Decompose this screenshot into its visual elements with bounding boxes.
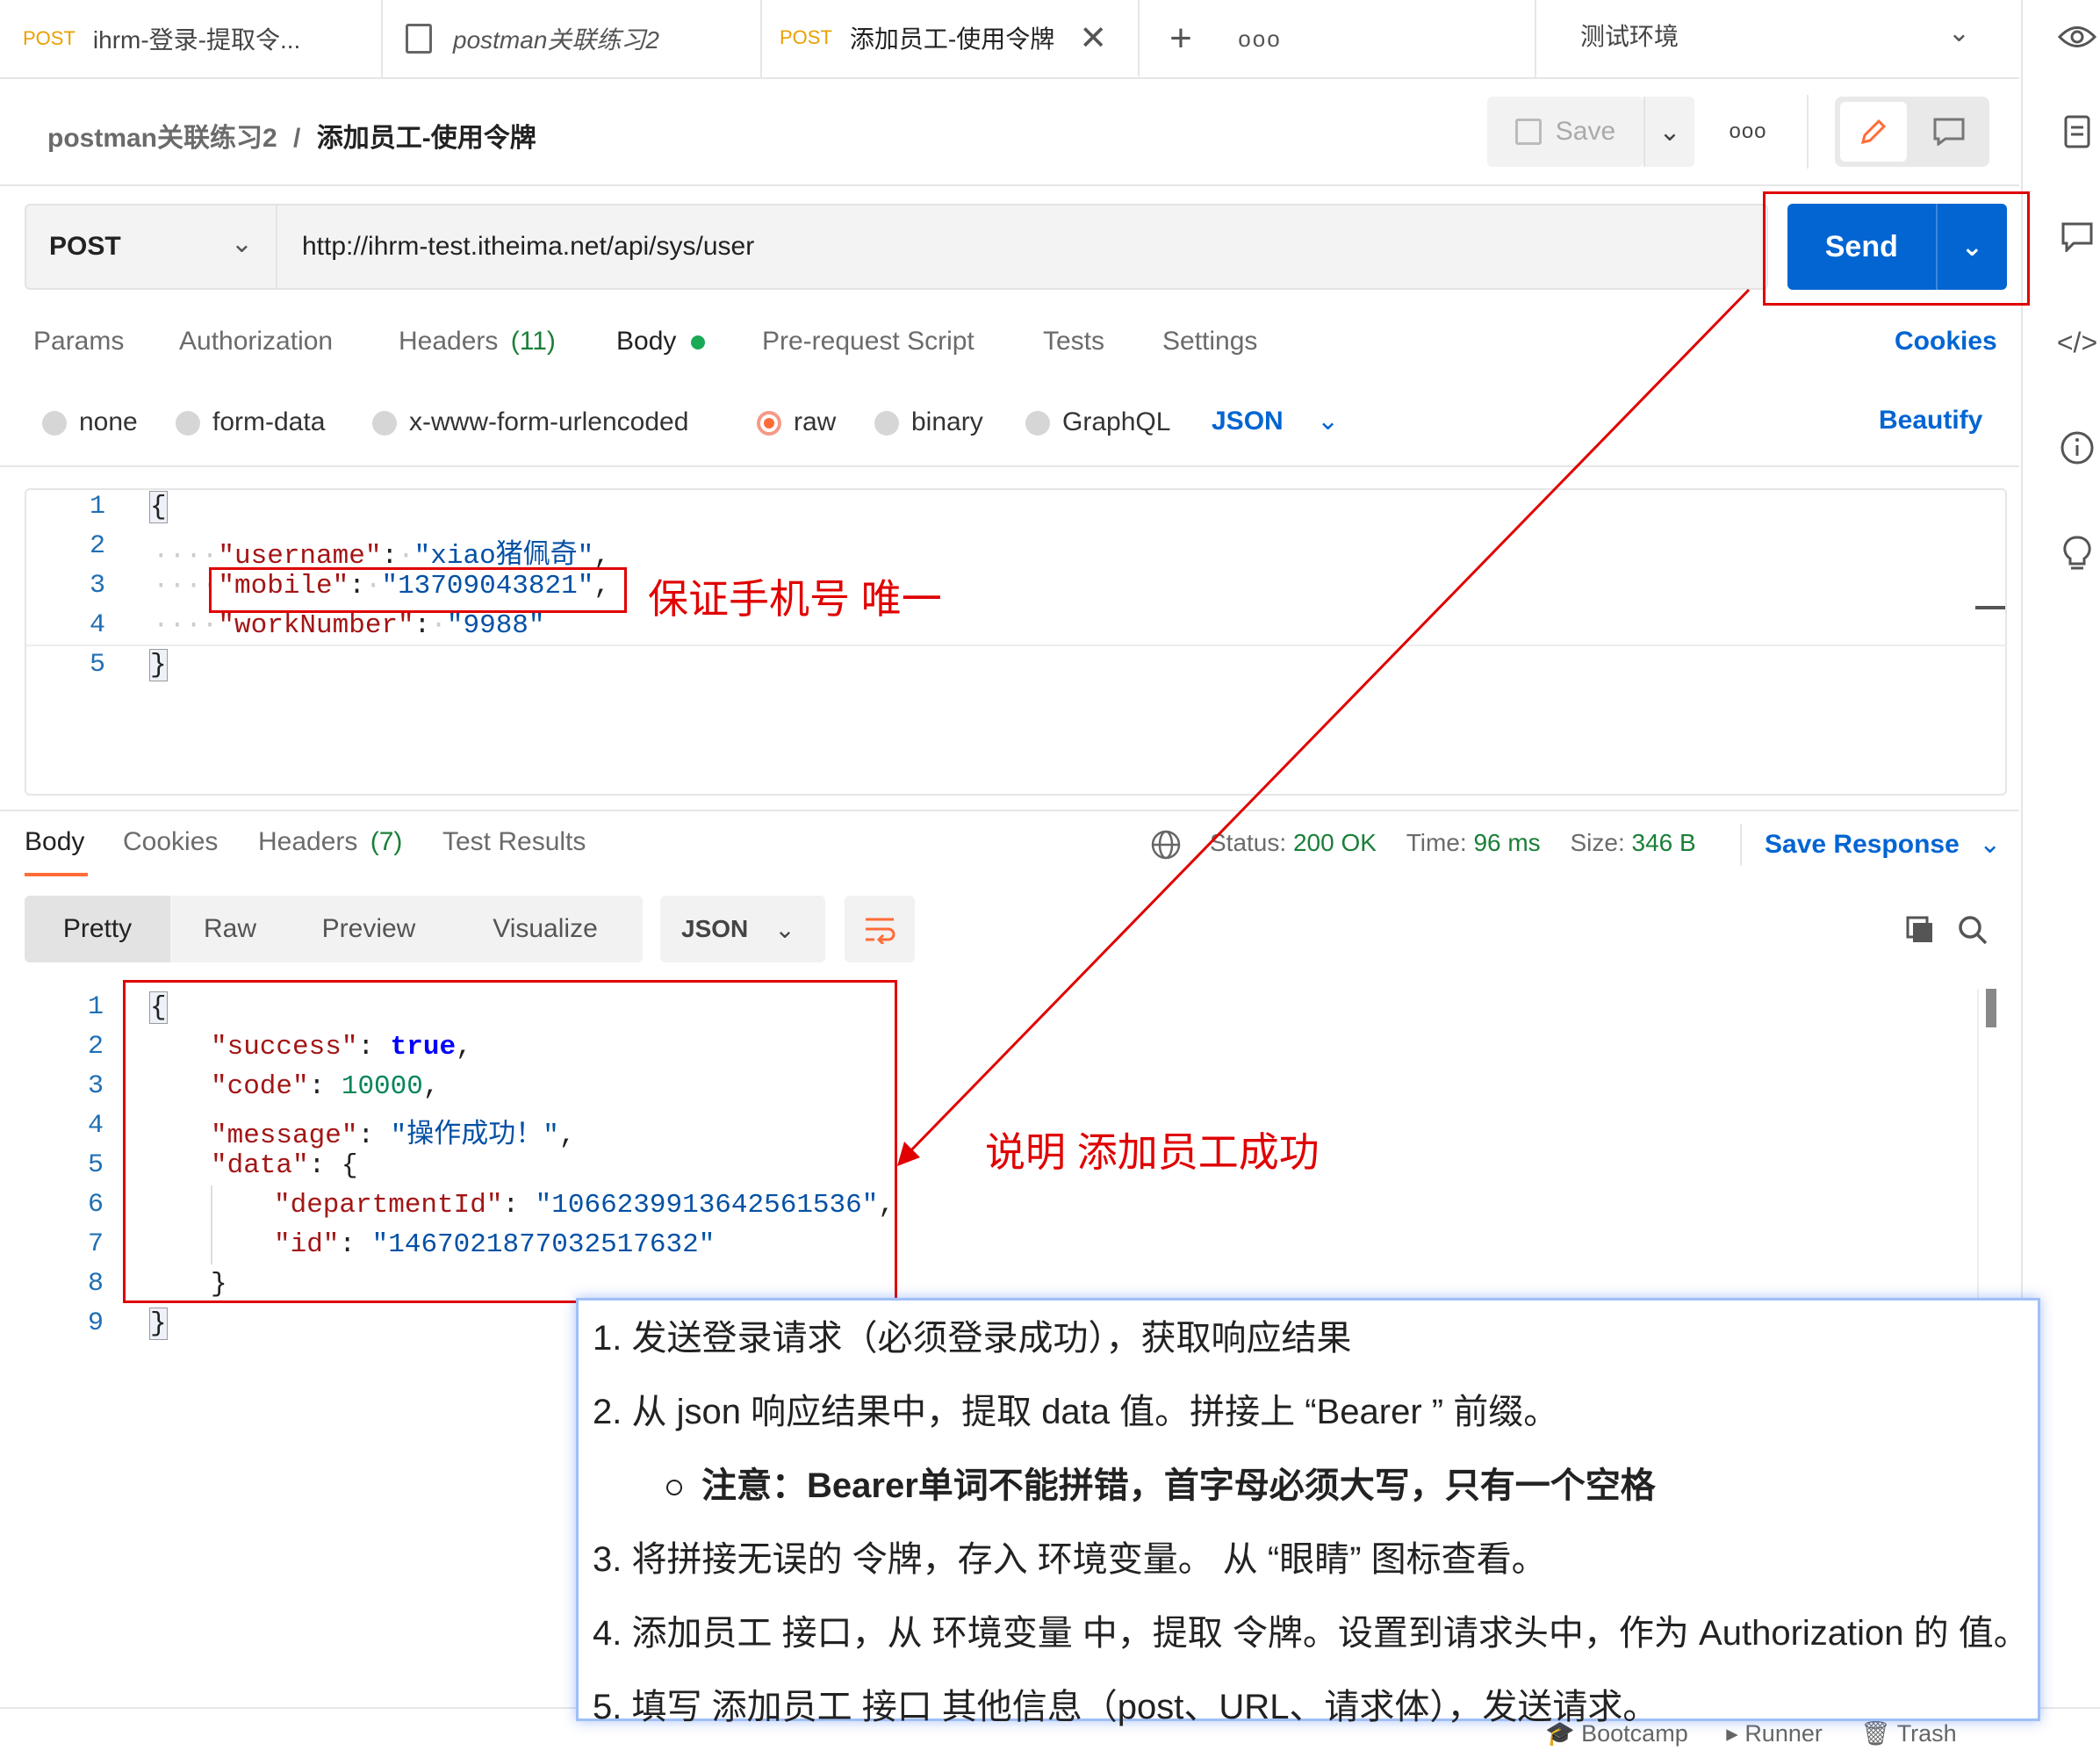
trash-button[interactable]: 🗑 Trash [1860, 1720, 1956, 1747]
runner-icon: ▸ [1726, 1720, 1738, 1747]
note-4: 4. 添加员工 接口，从 环境变量 中，提取 令牌。设置到请求头中，作为 Aut… [593, 1614, 2029, 1653]
note-5: 5. 填写 添加员工 接口 其他信息（post、URL、请求体），发送请求。 [593, 1688, 1658, 1726]
runner-button[interactable]: ▸ Runner [1726, 1720, 1823, 1747]
notes-overlay: 1. 发送登录请求（必须登录成功），获取响应结果 2. 从 json 响应结果中… [576, 1298, 2040, 1726]
note-1: 1. 发送登录请求（必须登录成功），获取响应结果 [593, 1319, 1352, 1358]
trash-icon: 🗑 [1860, 1720, 1891, 1747]
note-3: 3. 将拼接无误的 令牌，存入 环境变量。 从 “眼睛” 图标查看。 [593, 1540, 1547, 1579]
note-2: 2. 从 json 响应结果中，提取 data 值。拼接上 “Bearer ” … [593, 1393, 1559, 1431]
note-2-sub: 注意：Bearer单词不能拼错，首字母必须大写，只有一个空格 [666, 1457, 1656, 1508]
bullet-icon [666, 1480, 682, 1496]
